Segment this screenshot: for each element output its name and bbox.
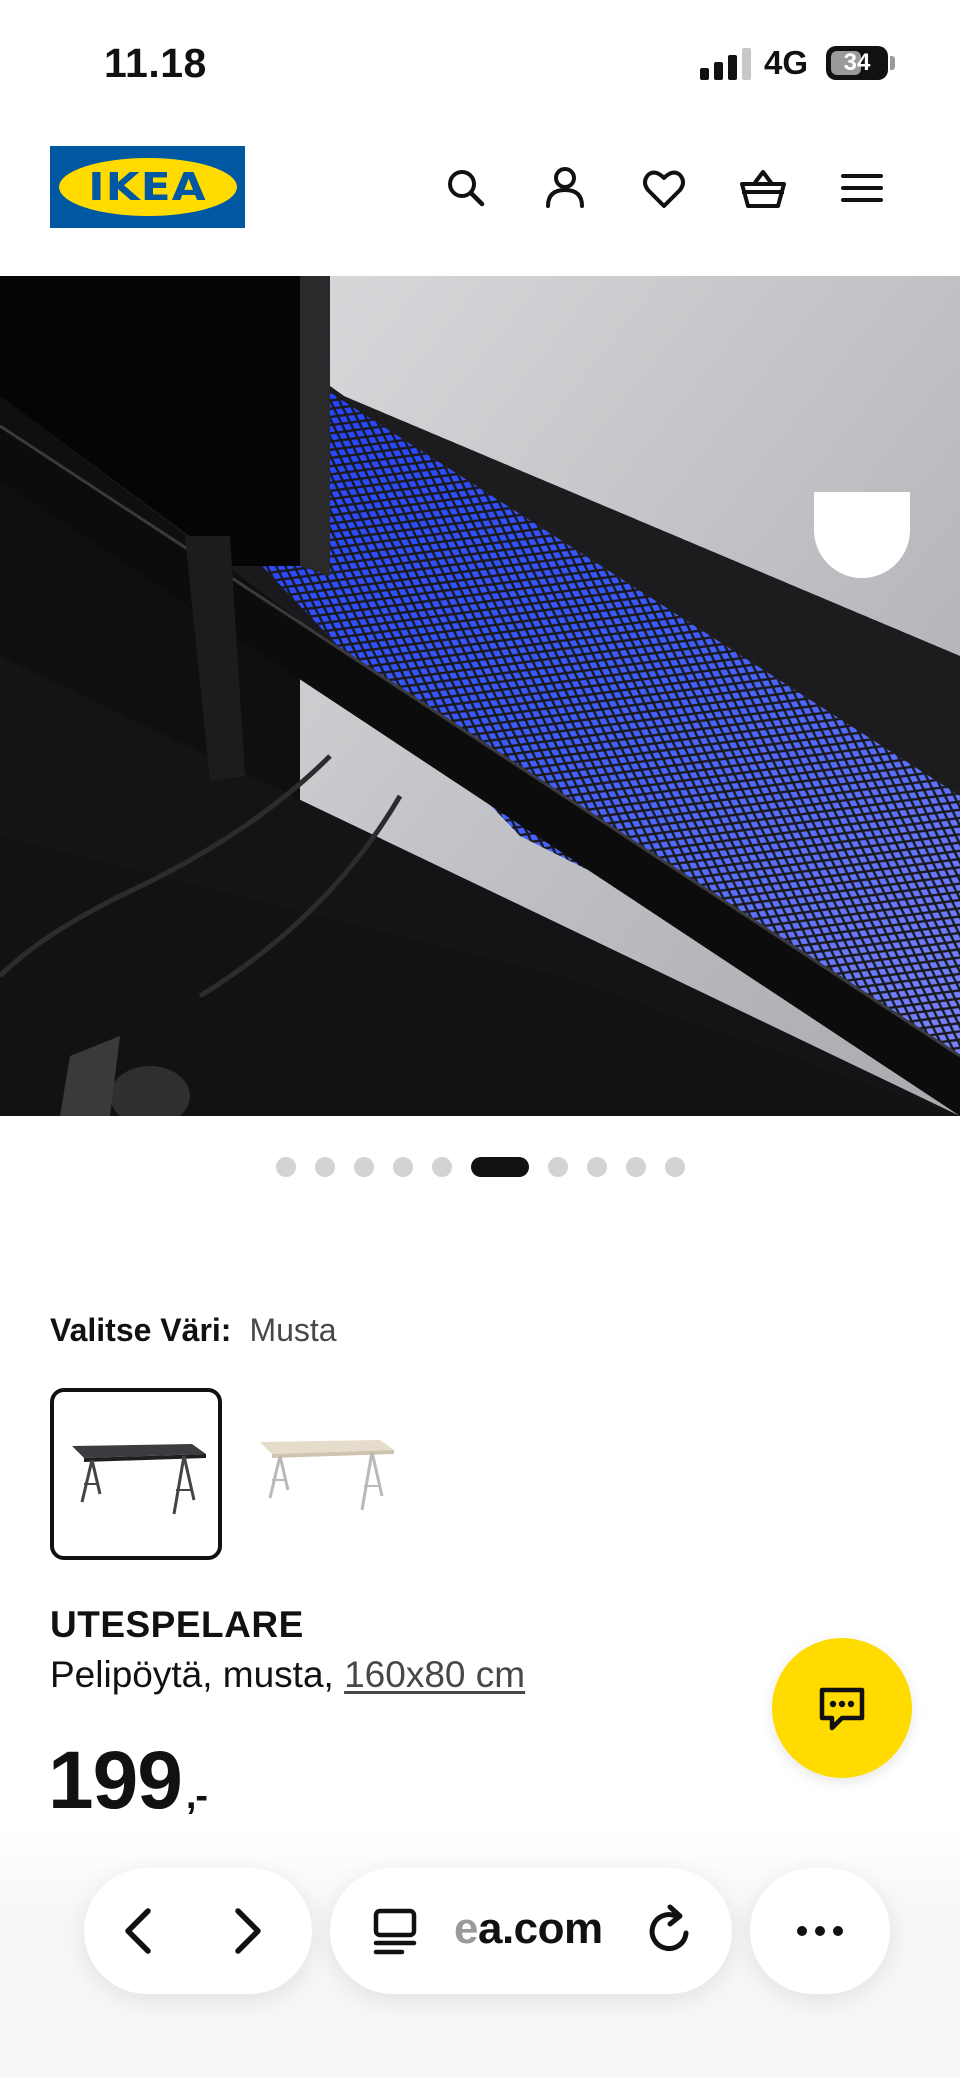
product-size-link[interactable]: 160x80 cm: [344, 1654, 525, 1695]
product-desc-text: Pelipöytä, musta,: [50, 1654, 334, 1695]
desk-photo: [0, 276, 960, 1116]
status-bar: 11.18 4G 34: [0, 0, 960, 120]
url-text[interactable]: ea.com: [454, 1904, 603, 1954]
product-price: 199 ,-: [48, 1734, 208, 1828]
color-selection: Valitse Väri: Musta: [50, 1312, 337, 1349]
browser-url-pill[interactable]: ea.com: [330, 1868, 732, 1994]
price-value: 199: [48, 1735, 183, 1826]
reader-icon[interactable]: [366, 1901, 426, 1961]
signal-strength-icon: [700, 48, 752, 80]
carousel-dot[interactable]: [547, 1157, 568, 1177]
search-icon[interactable]: [440, 162, 492, 214]
logo-text: IKEA: [88, 165, 207, 209]
carousel-dot[interactable]: [275, 1157, 296, 1177]
heart-icon[interactable]: [638, 162, 690, 214]
chat-button[interactable]: [772, 1638, 912, 1778]
color-label: Valitse Väri:: [50, 1312, 232, 1348]
browser-more-pill: [750, 1868, 890, 1994]
price-suffix: ,-: [185, 1775, 208, 1817]
chat-icon: [819, 1687, 865, 1731]
browser-nav-pill: [84, 1868, 312, 1994]
back-icon[interactable]: [110, 1901, 170, 1961]
white-desk-thumbnail: [260, 1440, 394, 1511]
carousel-dot[interactable]: [664, 1157, 685, 1177]
battery-cap: [890, 56, 895, 70]
battery-level: 34: [843, 49, 871, 76]
black-desk-thumbnail: [72, 1444, 206, 1515]
color-value: Musta: [249, 1312, 337, 1348]
carousel-dot[interactable]: [625, 1157, 646, 1177]
forward-icon[interactable]: [216, 1901, 276, 1961]
carousel-dot-active[interactable]: [470, 1157, 529, 1177]
site-header: IKEA: [0, 120, 960, 276]
carousel-dot[interactable]: [392, 1157, 413, 1177]
carousel-dots: [0, 1156, 960, 1178]
carousel-dot[interactable]: [353, 1157, 374, 1177]
carousel-dot[interactable]: [431, 1157, 452, 1177]
basket-icon[interactable]: [737, 162, 789, 214]
color-swatch-black[interactable]: [50, 1388, 222, 1560]
status-time: 11.18: [104, 40, 207, 86]
ikea-logo[interactable]: IKEA: [50, 146, 245, 228]
account-icon[interactable]: [539, 162, 591, 214]
product-name: UTESPELARE: [50, 1604, 304, 1645]
product-description: Pelipöytä, musta, 160x80 cm: [50, 1654, 525, 1696]
product-image[interactable]: [0, 276, 960, 1116]
registered-mark: [230, 154, 239, 163]
logo-oval: IKEA: [58, 158, 237, 216]
network-type: 4G: [764, 44, 809, 81]
url-domain: a.com: [477, 1904, 603, 1953]
menu-icon[interactable]: [836, 162, 888, 214]
carousel-dot[interactable]: [586, 1157, 607, 1177]
carousel-dot[interactable]: [314, 1157, 335, 1177]
battery-icon: 34: [826, 46, 888, 80]
more-options-icon[interactable]: [790, 1901, 850, 1961]
url-faded: e: [454, 1904, 478, 1953]
reload-icon[interactable]: [640, 1901, 700, 1961]
color-swatch-white[interactable]: [242, 1388, 414, 1560]
